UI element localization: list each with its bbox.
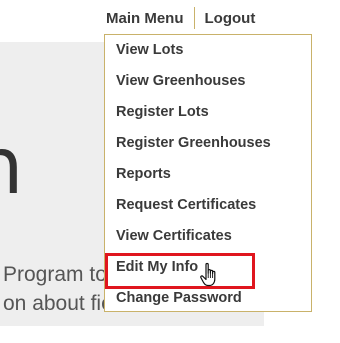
top-navigation: Main Menu Logout: [104, 0, 258, 36]
highlight-box-edit-my-info: [105, 253, 255, 289]
page: n Program to on about fie Main Menu Logo…: [0, 0, 340, 343]
menu-item-view-certificates[interactable]: View Certificates: [116, 228, 232, 244]
menu-item-view-lots[interactable]: View Lots: [116, 42, 183, 58]
menu-item-reports[interactable]: Reports: [116, 166, 171, 182]
main-menu-link[interactable]: Main Menu: [104, 10, 194, 27]
hand-pointer-icon: [200, 262, 216, 287]
hero-text-line-1: Program to: [3, 263, 107, 286]
menu-item-request-certificates[interactable]: Request Certificates: [116, 197, 256, 213]
menu-item-register-greenhouses[interactable]: Register Greenhouses: [116, 135, 271, 151]
logout-link[interactable]: Logout: [195, 10, 258, 27]
menu-item-view-greenhouses[interactable]: View Greenhouses: [116, 73, 245, 89]
hero-heading: n: [0, 128, 23, 206]
menu-item-change-password[interactable]: Change Password: [116, 290, 242, 306]
hero-text-line-2: on about fie: [3, 292, 113, 315]
menu-item-register-lots[interactable]: Register Lots: [116, 104, 209, 120]
